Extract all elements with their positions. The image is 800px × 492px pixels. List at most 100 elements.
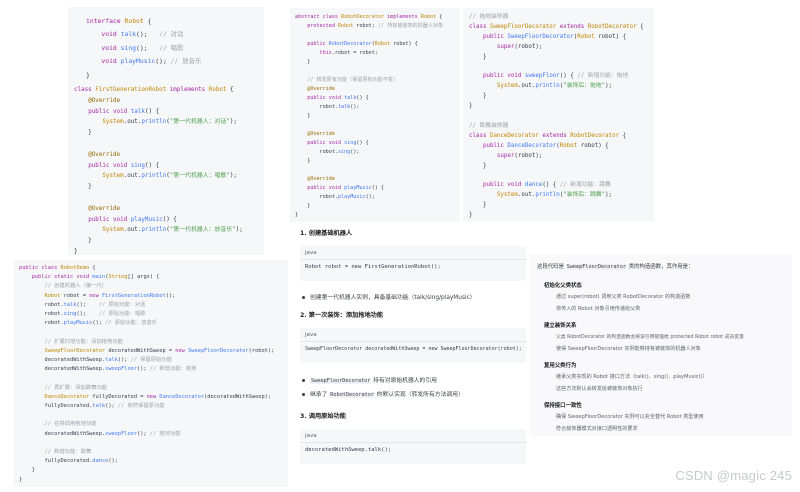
code-line: robot.sing(); [319, 149, 360, 155]
code-line: robot.playMusic(); [319, 194, 375, 200]
step2-code-block[interactable]: java SweepFloorDecorator decoratedWithSw… [300, 328, 526, 363]
note-item-1-title: 初始化父类状态 [544, 283, 582, 289]
step2-bullet-1-text: 持有对原始机器人的引用 [371, 378, 437, 384]
note-item-4-sub-2: 符合装饰器模式对接口透明性的要求 [556, 426, 638, 432]
note-item-2-sub-2: 使得 SweepFloorDecorator 实例能够持有被装饰的机器人对象 [556, 346, 701, 352]
code-line: // 新增功能：跳舞 [44, 449, 92, 456]
step3-code-block[interactable]: java decoratedWithSweep.talk(); [300, 429, 526, 464]
abstract-decorator-code: abstract class RobotDecorator implements… [295, 13, 443, 220]
code-line: public void sing() { [88, 162, 160, 169]
code-line: @Override [88, 97, 121, 104]
code-line: @Override [307, 131, 335, 137]
code-line: System.out.println("第一代机器人：对话"); [102, 119, 237, 126]
code-line: void sing(); // 唱歌 [101, 43, 184, 52]
code-line: super(robot); [496, 43, 543, 50]
step1-bullet: 创建第一代机器人实例，具备基础功能（talk/sing/playMusic） [302, 292, 476, 301]
note-item-1-sub-1: 通过 super(robot) 调用父类 RobotDecorator 的构造函… [556, 294, 691, 300]
code-line: } [74, 238, 92, 245]
code-line: decoratedWithSweep.sweepFloor(); // 拖地功能 [44, 430, 181, 437]
code-line: } [469, 162, 487, 169]
code-line: interface Robot { [86, 17, 152, 25]
note-intro-pre: 这段代码是 [537, 264, 566, 270]
step1-heading: 1. 创建基础机器人 [300, 230, 353, 237]
code-line: } [74, 184, 92, 191]
code-line: Robot robot = new FirstGenerationRobot()… [44, 292, 176, 299]
code-block-divider [300, 341, 526, 342]
code-line: void talk(); // 对话 [101, 30, 184, 39]
code-line: void playMusic(); // 放音乐 [101, 57, 202, 66]
code-line: } [295, 212, 299, 218]
code-line: } [469, 53, 487, 60]
code-line: super(robot); [496, 152, 543, 159]
code-line: } [19, 476, 23, 483]
code-line: } [469, 93, 487, 100]
code-line: } [469, 212, 473, 219]
code-line: System.out.println("装饰后：拖地"); [496, 83, 613, 90]
code-line: public void sweepFloor() { // 新增功能：拖地 [482, 73, 629, 80]
bullet-dot [302, 393, 305, 396]
first-generation-code-panel: class FirstGenerationRobot implements Ro… [68, 80, 264, 255]
step3-heading: 3. 调用原始功能 [300, 413, 346, 420]
code-line: public SweepFloorDecorator(Robot robot) … [482, 33, 627, 40]
code-line: decoratedWithSweep.talk(); // 保留原始功能 [44, 357, 173, 364]
code-line: public void sing() { [307, 140, 369, 146]
code-line: public void talk() { [88, 108, 160, 115]
code-line: System.out.println("第一代机器人：唱歌"); [102, 173, 237, 180]
article-section: 1. 创建基础机器人 java Robot robot = new FirstG… [292, 222, 528, 488]
concrete-decorators-code: // 拖地装饰器 class SweepFloorDecorator exten… [469, 13, 644, 221]
code-line: public RobotDecorator(Robot robot) { [307, 41, 418, 47]
step2-heading: 2. 第一次装饰：添加拖地功能 [300, 312, 384, 319]
step1-code-block[interactable]: java Robot robot = new FirstGenerationRo… [300, 246, 526, 281]
code-line: abstract class RobotDecorator implements… [295, 14, 443, 20]
code-line: // 在将调用拖地功能 [44, 421, 97, 428]
csdn-watermark: CSDN @magic 245 [675, 468, 792, 483]
code-line: @Override [307, 176, 335, 182]
code-line: // 转发原有功能（保留原有功能不变） [307, 77, 398, 83]
code-line: } [74, 248, 78, 255]
code-line: @Override [88, 205, 121, 212]
code-language-label: java [305, 433, 317, 439]
code-line: // 拖地装饰器 [469, 14, 509, 20]
code-line: public void talk() { [307, 95, 369, 101]
code-line: } [74, 130, 92, 137]
code-language-label: java [305, 332, 317, 338]
code-block-divider [300, 259, 526, 260]
code-line: } [295, 158, 311, 164]
code-line: public class RobotDemo { [19, 265, 96, 271]
code-line: protected Robot robot; // 持有被装饰的机器人对象 [307, 23, 444, 29]
code-language-label: java [305, 250, 317, 256]
code-line: DanceDecorator fullyDecorated = new Danc… [44, 393, 272, 400]
code-line: class SweepFloorDecorator extends RobotD… [469, 23, 644, 30]
step2-code: SweepFloorDecorator decoratedWithSweep =… [305, 346, 522, 352]
step2-bullet-2: 继承了 RobotDecorator 的默认实现（转发所有方法调用） [302, 389, 464, 398]
abstract-decorator-code-panel: abstract class RobotDecorator implements… [290, 8, 460, 223]
code-line: fullyDecorated.talk(); // 依然保留原功能 [44, 403, 165, 410]
inline-code-sweep-decorator: SweepFloorDecorator [310, 378, 372, 384]
step2-bullet-2-pre: 继承了 [310, 392, 330, 398]
code-line: class FirstGenerationRobot implements Ro… [74, 87, 234, 93]
code-line: // 创建机器人（第一代） [44, 283, 108, 290]
interface-code: interface Robot { void talk(); // 对话 voi… [86, 15, 201, 82]
robot-demo-code: public class RobotDemo { public static v… [19, 264, 274, 485]
code-line: // 再扩展：添加跳舞功能 [44, 384, 108, 391]
code-block-divider [300, 442, 526, 443]
code-line: this.robot = robot; [319, 50, 378, 56]
explanation-note: 这段代码是 SweepFloorDecorator 类的构造函数，其作用是： 初… [530, 254, 792, 436]
note-intro-tag: SweepFloorDecorator [565, 264, 628, 270]
note-item-3-title: 复用父类行为 [544, 363, 577, 369]
note-item-2-sub-1: 父类 RobotDecorator 的构造函数会将该引用赋值给 protecte… [556, 335, 744, 340]
concrete-decorators-code-panel: // 拖地装饰器 class SweepFloorDecorator exten… [463, 8, 654, 221]
note-item-1-sub-2: 将传入的 Robot 对象引用传递给父类 [556, 306, 641, 312]
code-line: } [295, 59, 311, 65]
note-intro-post: 类的构造函数，其作用是： [627, 264, 694, 270]
note-item-3-sub-2: 这些方法默认会转发给被装饰对象执行 [556, 386, 643, 392]
code-line: SweepFloorDecorator decoratedWithSweep =… [44, 347, 275, 354]
bullet-dot [302, 296, 305, 299]
code-line: decoratedWithSweep.sweepFloor(); // 新增功能… [44, 366, 197, 373]
note-item-3-sub-1: 继承父类实现的 Robot 接口方法（talk()、sing()、playMus… [556, 374, 708, 380]
first-generation-code: class FirstGenerationRobot implements Ro… [74, 85, 243, 258]
code-line: public DanceDecorator(Robot robot) { [482, 142, 609, 149]
code-line: class DanceDecorator extends RobotDecora… [469, 132, 627, 139]
note-item-4-title: 保持接口一致性 [544, 403, 582, 409]
code-line: } [19, 467, 35, 474]
